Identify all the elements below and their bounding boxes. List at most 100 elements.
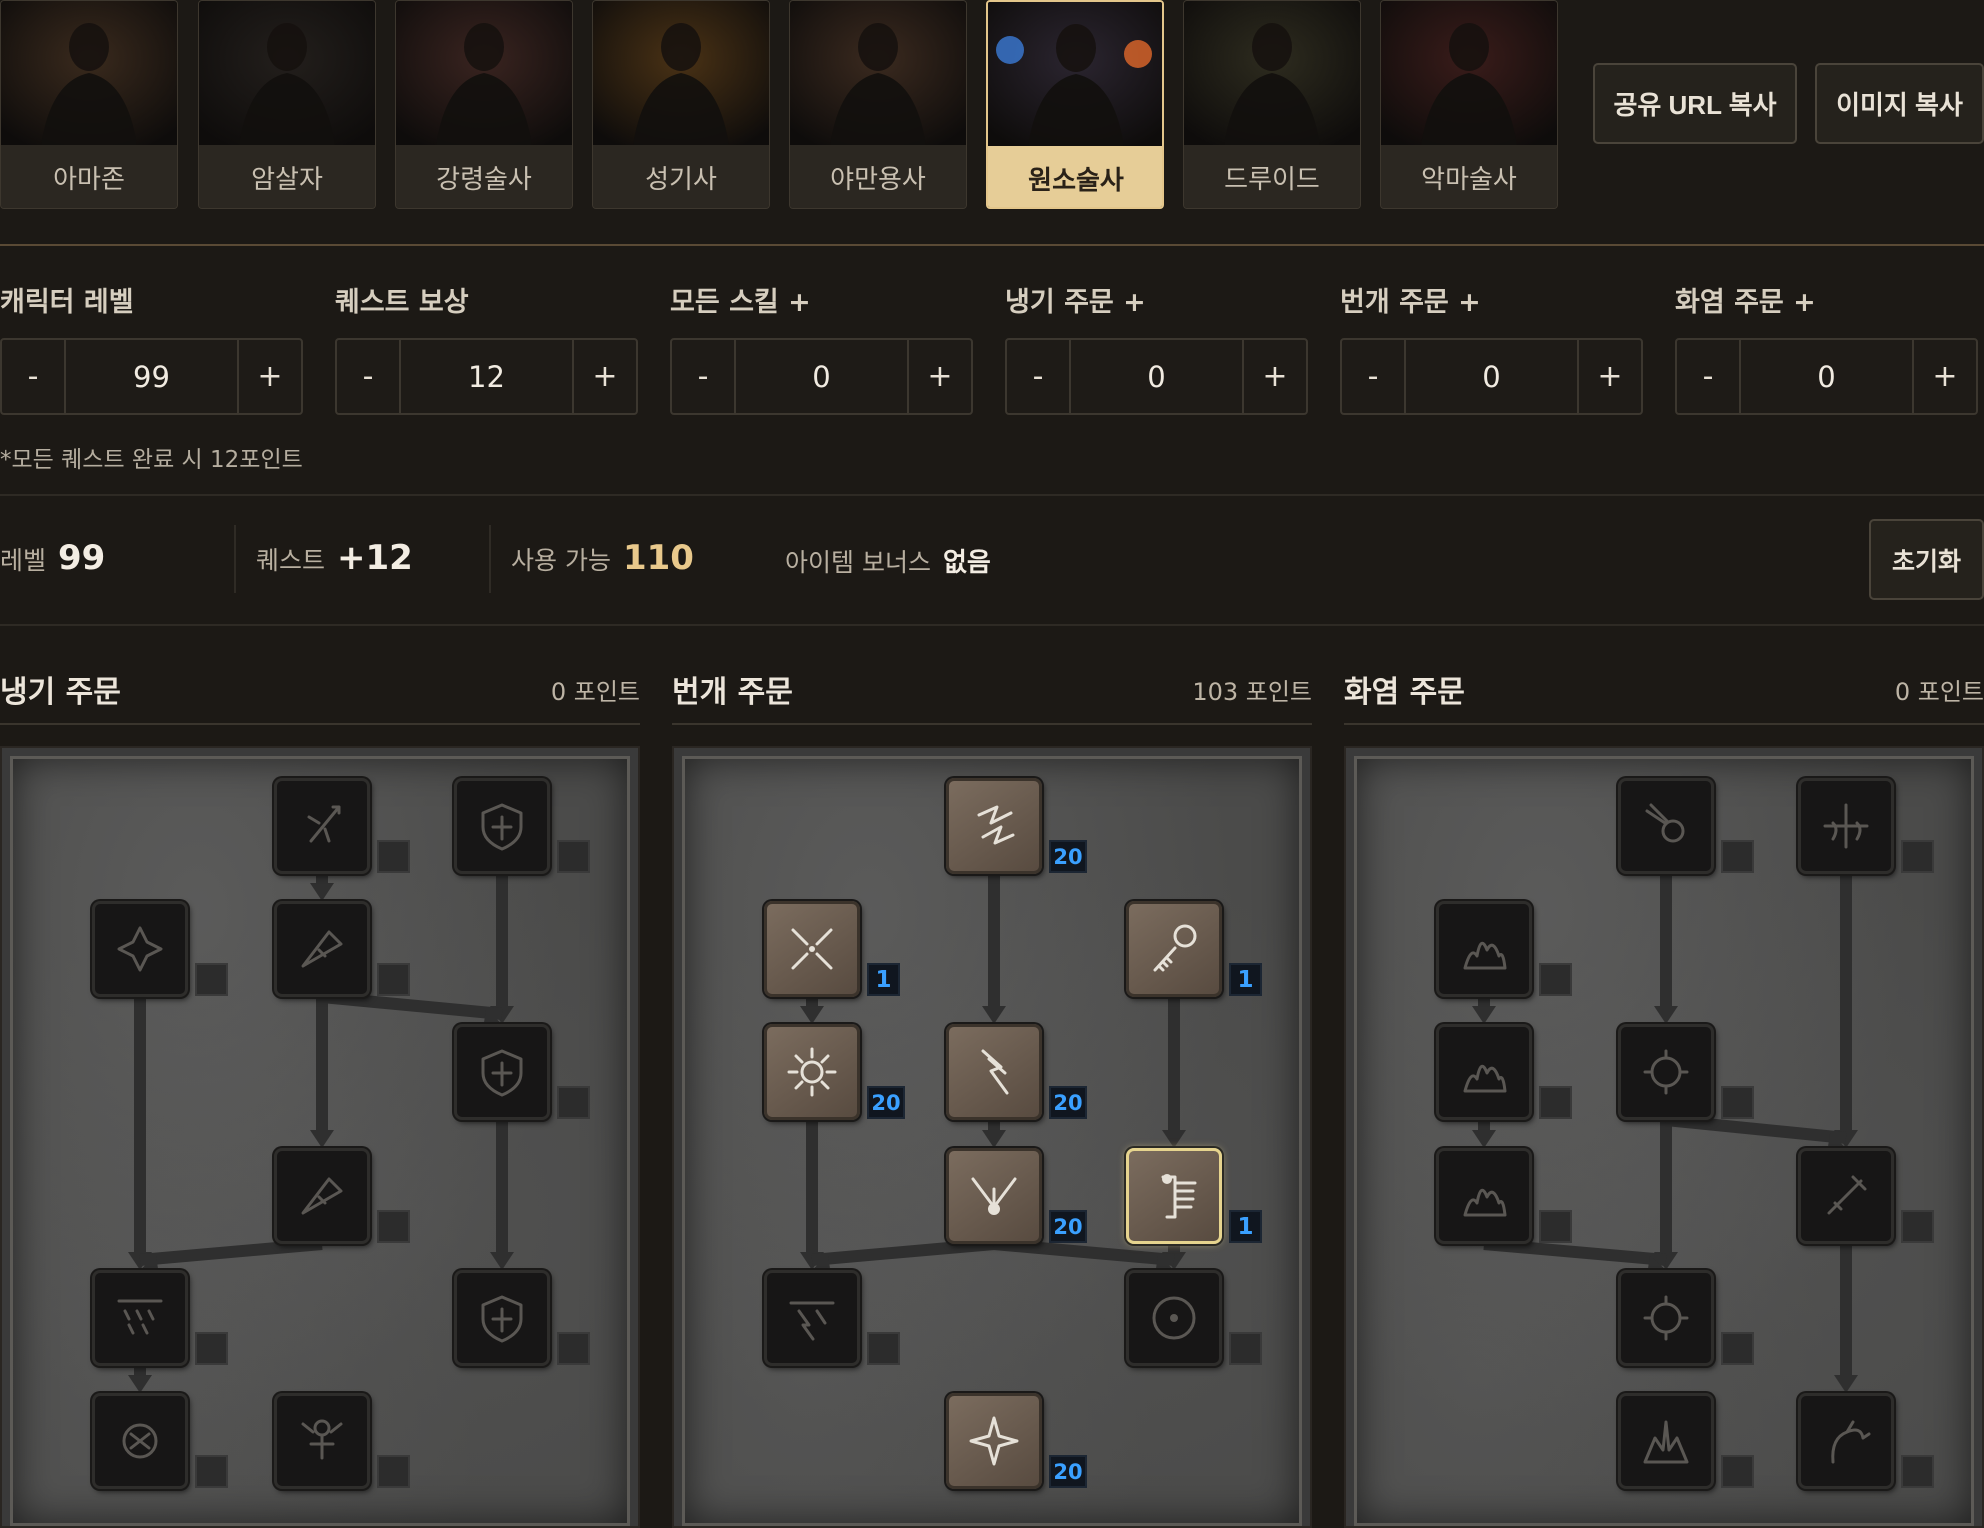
stepper-value[interactable]: 12 — [399, 340, 574, 413]
skill-slot[interactable] — [1126, 901, 1222, 997]
skill-slot[interactable] — [1436, 1148, 1532, 1244]
stepper-value[interactable]: 99 — [64, 340, 239, 413]
summary-available-label: 사용 가능 — [511, 546, 611, 575]
class-label: 강령술사 — [396, 145, 572, 208]
skill-slot[interactable] — [274, 1393, 370, 1489]
class-tab[interactable]: 악마술사 — [1380, 0, 1558, 209]
prerequisite-arrow — [321, 991, 503, 1020]
skill-slot[interactable] — [92, 1393, 188, 1489]
skill-level-badge — [195, 1332, 228, 1365]
arrow-head — [982, 1006, 1006, 1024]
skill-slot[interactable] — [274, 778, 370, 874]
skill-slot[interactable] — [946, 1148, 1042, 1244]
arrow-head — [310, 883, 334, 901]
decrement-button[interactable]: - — [337, 340, 399, 413]
skill-slot[interactable] — [1436, 1024, 1532, 1120]
skill-slot[interactable] — [92, 901, 188, 997]
arrow-head — [1472, 1130, 1496, 1148]
copy-image-button[interactable]: 이미지 복사 — [1815, 63, 1984, 144]
summary-quest: 퀘스트 +12 — [256, 538, 413, 578]
skill-slot[interactable] — [274, 1148, 370, 1244]
arrow-head — [1654, 1006, 1678, 1024]
fire-bolt-icon — [1645, 803, 1685, 843]
skill-level-badge: 20 — [1049, 1210, 1087, 1243]
arrow-head — [490, 1252, 514, 1270]
class-tab[interactable]: 야만용사 — [789, 0, 967, 209]
prerequisite-arrow — [1483, 1238, 1667, 1266]
tree-points: 0 포인트 — [1894, 678, 1984, 706]
increment-button[interactable]: + — [574, 340, 636, 413]
stepper: - 0 + — [1340, 338, 1643, 415]
frost-nova-icon — [117, 926, 163, 972]
skill-slot[interactable] — [1126, 1270, 1222, 1366]
skill-slot[interactable] — [274, 901, 370, 997]
stepper-value[interactable]: 0 — [1739, 340, 1914, 413]
skill-level-badge — [1539, 1210, 1572, 1243]
class-tab[interactable]: 성기사 — [592, 0, 770, 209]
stepper-value[interactable]: 0 — [1069, 340, 1244, 413]
class-tab[interactable]: 원소술사 — [986, 0, 1164, 209]
stepper: - 12 + — [335, 338, 638, 415]
skill-slot[interactable] — [454, 1270, 550, 1366]
skill-slot[interactable] — [1618, 1393, 1714, 1489]
tree-title: 화염 주문 — [1344, 675, 1465, 710]
class-tab[interactable]: 암살자 — [198, 0, 376, 209]
blaze-icon — [1463, 1064, 1507, 1093]
class-tab[interactable]: 드루이드 — [1183, 0, 1361, 209]
stepper-value[interactable]: 0 — [734, 340, 909, 413]
glacial-spike-icon — [301, 1177, 343, 1215]
enchant-icon — [1827, 1175, 1867, 1215]
arrow-head — [1472, 1006, 1496, 1024]
increment-button[interactable]: + — [909, 340, 971, 413]
class-portrait — [790, 1, 966, 145]
skill-slot[interactable] — [1618, 778, 1714, 874]
skill-slot[interactable] — [1126, 1148, 1222, 1244]
summary-quest-label: 퀘스트 — [256, 546, 326, 575]
warmth-icon — [1823, 803, 1869, 849]
class-tab[interactable]: 아마존 — [0, 0, 178, 209]
share-url-button[interactable]: 공유 URL 복사 — [1593, 63, 1797, 144]
ice-bolt-icon — [307, 805, 341, 843]
skill-slot[interactable] — [946, 1393, 1042, 1489]
control-label: 화염 주문 + — [1675, 287, 1816, 318]
skill-slot[interactable] — [1618, 1024, 1714, 1120]
increment-button[interactable]: + — [1579, 340, 1641, 413]
skill-slot[interactable] — [1618, 1270, 1714, 1366]
decrement-button[interactable]: - — [2, 340, 64, 413]
skill-slot[interactable] — [1436, 901, 1532, 997]
increment-button[interactable]: + — [1244, 340, 1306, 413]
decrement-button[interactable]: - — [672, 340, 734, 413]
skill-slot[interactable] — [1798, 1393, 1894, 1489]
skill-slot[interactable] — [764, 1270, 860, 1366]
class-label: 드루이드 — [1184, 145, 1360, 208]
telekinesis-icon — [1153, 924, 1197, 972]
decrement-button[interactable]: - — [1677, 340, 1739, 413]
fire-ball-icon — [1643, 1049, 1689, 1095]
arrow-head — [1834, 1375, 1858, 1393]
reset-button[interactable]: 초기화 — [1869, 519, 1984, 600]
control-label: 캐릭터 레벨 — [0, 287, 134, 318]
increment-button[interactable]: + — [239, 340, 301, 413]
summary-separator — [489, 525, 491, 593]
skill-slot[interactable] — [764, 901, 860, 997]
skill-slot[interactable] — [946, 1024, 1042, 1120]
skill-slot[interactable] — [946, 778, 1042, 874]
skill-slot[interactable] — [764, 1024, 860, 1120]
skill-level-badge — [377, 1210, 410, 1243]
skill-slot[interactable] — [92, 1270, 188, 1366]
tree-divider — [1344, 723, 1984, 725]
decrement-button[interactable]: - — [1342, 340, 1404, 413]
increment-button[interactable]: + — [1914, 340, 1976, 413]
skill-slot[interactable] — [454, 778, 550, 874]
chilling-armor-icon — [481, 1295, 523, 1343]
skill-slot[interactable] — [454, 1024, 550, 1120]
stepper-value[interactable]: 0 — [1404, 340, 1579, 413]
class-label: 성기사 — [593, 145, 769, 208]
decrement-button[interactable]: - — [1007, 340, 1069, 413]
skill-slot[interactable] — [1798, 1148, 1894, 1244]
skill-tree-panel — [1344, 746, 1984, 1528]
lightning-mastery-icon — [969, 1416, 1019, 1466]
class-tab[interactable]: 강령술사 — [395, 0, 573, 209]
class-label: 야만용사 — [790, 145, 966, 208]
skill-slot[interactable] — [1798, 778, 1894, 874]
